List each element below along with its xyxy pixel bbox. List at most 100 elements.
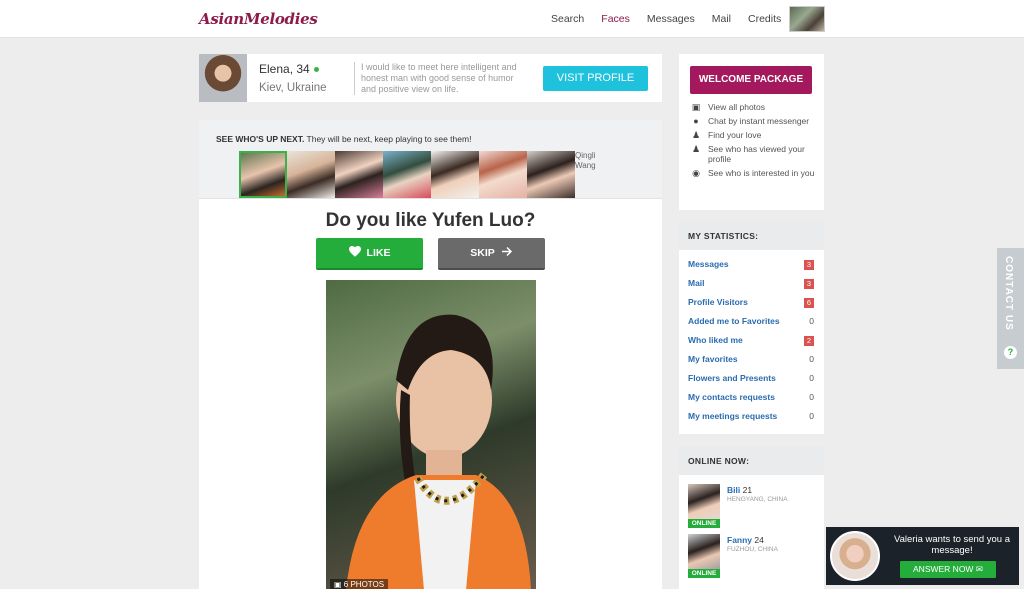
contact-us-tab[interactable]: CONTACT US ? xyxy=(997,248,1024,369)
chat-icon: ● xyxy=(693,116,699,126)
nav-search[interactable]: Search xyxy=(551,13,584,25)
envelope-icon: ✉ xyxy=(975,564,983,574)
faces-game-panel: SEE WHO'S UP NEXT. They will be next, ke… xyxy=(199,120,662,589)
stat-who-liked-me[interactable]: Who liked me 2 xyxy=(679,331,824,350)
answer-now-button[interactable]: ANSWER NOW ✉ xyxy=(900,561,996,578)
my-statistics-card: MY STATISTICS: Messages 3 Mail 3 Profile V… xyxy=(679,221,824,434)
nav-mail[interactable]: Mail xyxy=(712,13,731,25)
next-thumbnail[interactable] xyxy=(335,151,383,198)
welcome-package-button[interactable]: WELCOME PACKAGE xyxy=(690,66,812,94)
welcome-item-label: See who is interested in you xyxy=(708,168,815,178)
welcome-item-viewed-profile[interactable]: ♟ See who has viewed your profile xyxy=(690,144,820,164)
welcome-item-interested[interactable]: ◉ See who is interested in you xyxy=(690,168,820,178)
candidate-photo[interactable]: ▣ 6 PHOTOS xyxy=(326,280,536,589)
stat-count: 0 xyxy=(809,411,814,421)
stat-count-badge: 3 xyxy=(803,279,814,289)
stat-count: 0 xyxy=(809,316,814,326)
stat-messages[interactable]: Messages 3 xyxy=(679,255,824,274)
online-badge: ONLINE xyxy=(688,569,720,578)
online-user-photo[interactable]: ONLINE xyxy=(688,534,720,578)
candidate-photo-illustration xyxy=(346,314,531,589)
stat-count: 0 xyxy=(809,354,814,364)
next-thumbnail[interactable] xyxy=(383,151,431,198)
stat-count-badge: 2 xyxy=(803,336,814,346)
stat-label: Who liked me xyxy=(688,335,743,345)
notification-text: Valeria wants to send you a message! xyxy=(893,534,1010,556)
online-user-name-link[interactable]: Bili xyxy=(727,485,740,495)
featured-profile-about: I would like to meet here intelligent an… xyxy=(354,62,524,95)
statistics-list: Messages 3 Mail 3 Profile Visitors 6 Added … xyxy=(679,250,824,426)
featured-profile-name: Elena, 34 xyxy=(259,62,319,76)
next-thumbnail[interactable] xyxy=(431,151,479,198)
featured-profile-photo[interactable] xyxy=(199,54,247,102)
camera-icon: ▣ xyxy=(334,580,342,589)
up-next-title: SEE WHO'S UP NEXT. xyxy=(216,134,305,144)
online-user-photo[interactable]: ONLINE xyxy=(688,484,720,528)
heart-icon xyxy=(348,246,361,260)
online-user-city: FUZHOU, CHINA xyxy=(727,546,778,553)
stat-label: My contacts requests xyxy=(688,392,775,402)
visit-profile-button[interactable]: VISIT PROFILE xyxy=(543,66,648,91)
like-button-label: LIKE xyxy=(366,247,391,259)
user-icon: ♟ xyxy=(691,144,701,154)
user-avatar[interactable] xyxy=(789,6,825,32)
stat-profile-visitors[interactable]: Profile Visitors 6 xyxy=(679,293,824,312)
welcome-item-view-photos[interactable]: ▣ View all photos xyxy=(690,102,820,112)
like-button[interactable]: LIKE xyxy=(316,238,423,270)
next-thumbnail[interactable] xyxy=(479,151,527,198)
next-thumbnail[interactable] xyxy=(239,151,287,198)
nav-faces[interactable]: Faces xyxy=(601,13,630,25)
up-next-text: SEE WHO'S UP NEXT. They will be next, ke… xyxy=(216,134,471,144)
online-user[interactable]: ONLINE Bili 21 HENGYANG, CHINA xyxy=(688,484,818,528)
stat-label: My meetings requests xyxy=(688,411,778,421)
skip-button[interactable]: SKIP xyxy=(438,238,545,270)
like-question: Do you like Yufen Luo? xyxy=(325,210,536,231)
stat-flowers-presents[interactable]: Flowers and Presents 0 xyxy=(679,369,824,388)
online-user[interactable]: ONLINE Fanny 24 FUZHOU, CHINA xyxy=(688,534,818,578)
stat-contacts-requests[interactable]: My contacts requests 0 xyxy=(679,388,824,407)
eye-icon: ◉ xyxy=(692,168,700,178)
stat-meetings-requests[interactable]: My meetings requests 0 xyxy=(679,407,824,426)
featured-profile-location: Kiev, Ukraine xyxy=(259,82,327,94)
stat-added-favorites[interactable]: Added me to Favorites 0 xyxy=(679,312,824,331)
online-now-card: ONLINE NOW: ONLINE Bili 21 HENGYANG, CHI… xyxy=(679,446,824,589)
question-icon: ? xyxy=(1004,346,1017,359)
stat-mail[interactable]: Mail 3 xyxy=(679,274,824,293)
online-user-city: HENGYANG, CHINA xyxy=(727,496,788,503)
statistics-title: MY STATISTICS: xyxy=(679,221,824,250)
featured-profile: Elena, 34 Kiev, Ukraine I would like to … xyxy=(199,54,662,102)
online-user-age: 24 xyxy=(754,535,764,545)
top-header: AsianMelodies Search Faces Messages Mail… xyxy=(0,0,1024,38)
welcome-item-label: View all photos xyxy=(708,102,766,112)
answer-now-label: ANSWER NOW xyxy=(913,564,974,574)
stat-my-favorites[interactable]: My favorites 0 xyxy=(679,350,824,369)
next-thumbnail[interactable] xyxy=(527,151,575,198)
stat-label: Flowers and Presents xyxy=(688,373,776,383)
welcome-item-find-love[interactable]: ♟ Find your love xyxy=(690,130,820,140)
next-thumbnail[interactable] xyxy=(287,151,335,198)
nav-messages[interactable]: Messages xyxy=(647,13,695,25)
stat-count: 0 xyxy=(809,392,814,402)
photo-count[interactable]: ▣ 6 PHOTOS xyxy=(330,579,389,589)
online-user-name-link[interactable]: Fanny xyxy=(727,535,752,545)
online-user-name: Fanny 24 xyxy=(727,535,764,545)
welcome-item-chat[interactable]: ● Chat by instant messenger xyxy=(690,116,820,126)
stat-count-badge: 6 xyxy=(803,298,814,308)
stat-label: Messages xyxy=(688,259,729,269)
online-now-title: ONLINE NOW: xyxy=(679,446,824,475)
site-logo[interactable]: AsianMelodies xyxy=(199,10,318,28)
message-notification-popup[interactable]: Valeria wants to send you a message! ANS… xyxy=(826,527,1019,585)
nav-credits[interactable]: Credits xyxy=(748,13,781,25)
stat-count: 0 xyxy=(809,373,814,383)
welcome-item-label: See who has viewed your profile xyxy=(708,144,805,164)
broken-thumbnail-alt[interactable]: Qingli Wang xyxy=(575,151,615,171)
stat-count-badge: 3 xyxy=(803,260,814,270)
welcome-list: ▣ View all photos ● Chat by instant mess… xyxy=(690,102,820,182)
main-nav: Search Faces Messages Mail Credits xyxy=(551,13,798,25)
stat-label: Profile Visitors xyxy=(688,297,748,307)
arrow-right-icon xyxy=(501,246,513,260)
stat-label: Mail xyxy=(688,278,705,288)
online-user-name: Bili 21 xyxy=(727,485,752,495)
welcome-item-label: Find your love xyxy=(708,130,762,140)
sender-avatar xyxy=(830,531,880,581)
